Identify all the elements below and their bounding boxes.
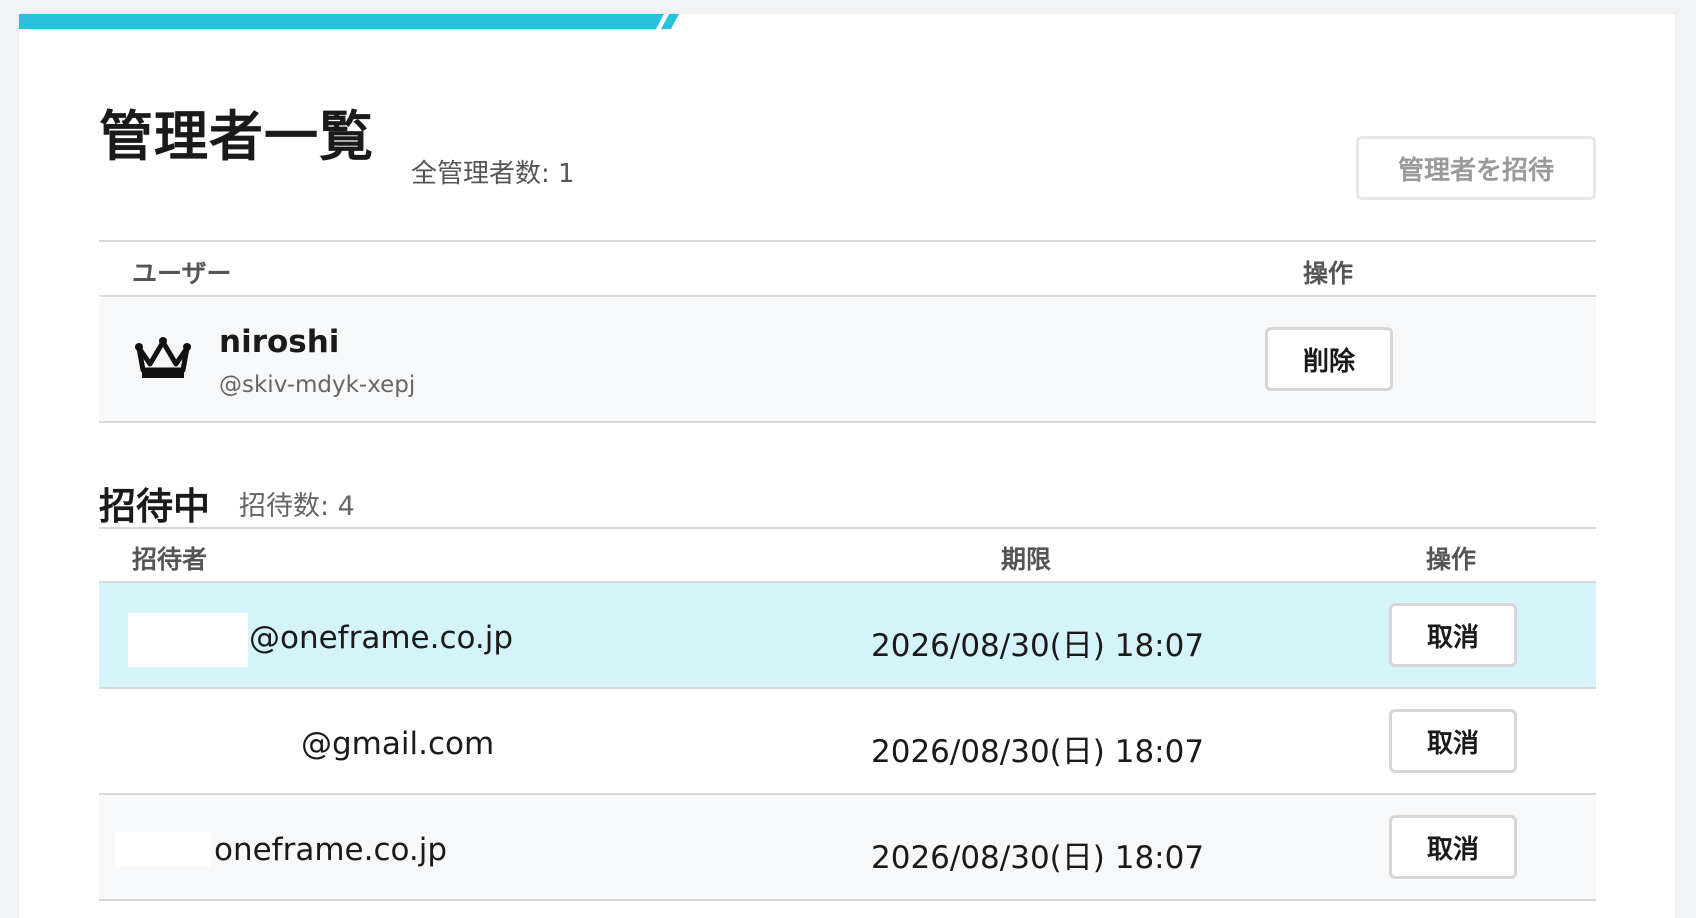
invites-title: 招待中 bbox=[99, 485, 210, 528]
invite-admin-button[interactable]: 管理者を招待 bbox=[1356, 136, 1596, 200]
crown-icon bbox=[135, 337, 191, 378]
column-header-deadline: 期限 bbox=[1001, 545, 1052, 574]
column-header-inviter: 招待者 bbox=[132, 545, 208, 574]
redacted-block bbox=[128, 613, 248, 667]
invite-deadline: 2026/08/30(日) 18:07 bbox=[871, 840, 1205, 876]
invite-email: @oneframe.co.jp bbox=[249, 620, 514, 656]
admin-name: niroshi bbox=[219, 324, 340, 360]
progress-bar bbox=[19, 14, 679, 29]
cancel-invite-button[interactable]: 取消 bbox=[1389, 709, 1517, 773]
column-header-invite-action: 操作 bbox=[1426, 545, 1477, 574]
delete-admin-button[interactable]: 削除 bbox=[1265, 327, 1393, 391]
invite-email: @gmail.com bbox=[301, 726, 495, 762]
divider bbox=[99, 421, 1596, 423]
invites-count: 招待数: 4 bbox=[239, 491, 355, 522]
divider bbox=[99, 295, 1596, 297]
invite-deadline: 2026/08/30(日) 18:07 bbox=[871, 628, 1205, 664]
divider bbox=[99, 240, 1596, 242]
admin-handle: @skiv-mdyk-xepj bbox=[219, 372, 416, 398]
divider bbox=[99, 527, 1596, 529]
page-title: 管理者一覧 bbox=[99, 105, 374, 168]
cancel-invite-button[interactable]: 取消 bbox=[1389, 815, 1517, 879]
total-admin-count: 全管理者数: 1 bbox=[411, 159, 575, 189]
invite-deadline: 2026/08/30(日) 18:07 bbox=[871, 734, 1205, 770]
invite-email: oneframe.co.jp bbox=[214, 832, 448, 868]
column-header-action: 操作 bbox=[1303, 259, 1354, 288]
divider bbox=[99, 899, 1596, 901]
redacted-block bbox=[115, 832, 210, 867]
cancel-invite-button[interactable]: 取消 bbox=[1389, 603, 1517, 667]
column-header-user: ユーザー bbox=[132, 259, 232, 288]
